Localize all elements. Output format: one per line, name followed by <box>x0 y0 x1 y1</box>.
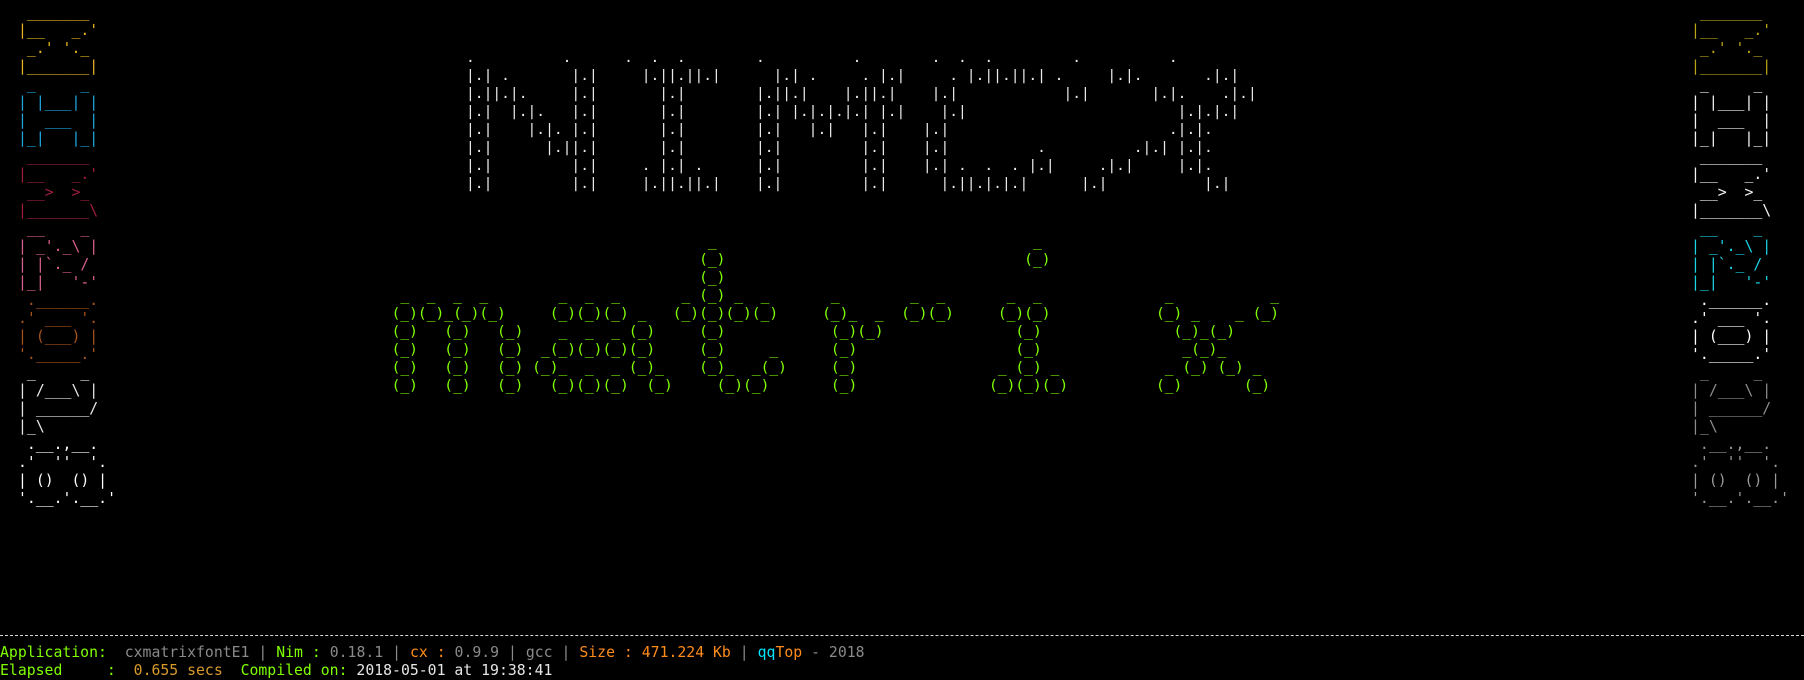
cx-colon: : <box>436 644 446 661</box>
brand-qq: qq <box>757 644 776 661</box>
brand-top: Top <box>775 644 803 661</box>
right-ascii-column: _______ |__ _.' _.' '._ |_______| _ _ | … <box>1691 4 1789 508</box>
cx-version: 0.9.9 <box>454 644 500 661</box>
nim-label: Nim <box>276 644 303 661</box>
right-block-h: _ _ | |___| | | ___ | |_| |_| <box>1691 76 1772 147</box>
elapsed-value: 0.655 secs <box>133 662 223 679</box>
left-block-r: __ _ | _'._\ | | |`._ / |_| '-' <box>18 220 99 291</box>
separator: | <box>739 644 749 661</box>
copyright-year: - 2018 <box>811 644 865 661</box>
elapsed-label: Elapsed <box>0 662 63 679</box>
right-block-p: _ _ | /___\ | | ______/ |_\ <box>1691 364 1772 435</box>
title-matrix-ascii: _ _ (_) (_) (_) _ _ _ _ _ _ _ _ (_) _ _ … <box>391 233 1279 394</box>
compiled-label: Compiled on: <box>240 662 348 679</box>
status-line-elapsed: Elapsed : 0.655 secs Compiled on: 2018-0… <box>0 662 552 680</box>
nim-version: 0.18.1 <box>329 644 384 661</box>
size-value: 471.224 Kb <box>641 644 731 661</box>
left-ascii-column: _______ |__ _.' _.' '._ |_______| _ _ | … <box>18 4 116 508</box>
left-block-o: .______. .' ___ '. | (___) | '._____.' <box>18 292 99 363</box>
right-block-r: __ _ | _'._\ | | |`._ / |_| '-' <box>1691 220 1772 291</box>
left-block-oo: .__.,__. .' '' '. | () () | '.__.'.__.' <box>18 436 116 507</box>
left-block-z: _______ |__ _.' __> >_ |_______\ <box>18 148 99 219</box>
size-label: Size <box>579 644 615 661</box>
right-block-z: _______ |__ _.' __> >_ |_______\ <box>1691 148 1772 219</box>
right-block-oo: .__.,__. .' '' '. | () () | '.__.'.__.' <box>1691 436 1789 507</box>
size-colon: : <box>623 644 633 661</box>
compiler-value: gcc <box>525 644 553 661</box>
right-block-n: _______ |__ _.' _.' '._ |_______| <box>1691 4 1772 75</box>
separator: | <box>258 644 268 661</box>
elapsed-colon: : <box>106 662 116 679</box>
left-block-p: _ _ | /___\ | | ______/ |_\ <box>18 364 99 435</box>
application-value: cxmatrixfontE1 <box>124 644 250 661</box>
separator: | <box>561 644 571 661</box>
left-block-n: _______ |__ _.' _.' '._ |_______| <box>18 4 99 75</box>
right-block-o: .______. .' ___ '. | (___) | '._____.' <box>1691 292 1772 363</box>
status-divider <box>0 635 1804 636</box>
nim-colon: : <box>311 644 321 661</box>
cx-label: cx <box>409 644 428 661</box>
title-nimcx-ascii: . . . . . . . . . . . . |.| . |.| |.||.|… <box>466 49 1257 192</box>
separator: | <box>508 644 517 661</box>
left-block-h: _ _ | |___| | | ___ | |_| |_| <box>18 76 99 147</box>
status-line-application: Application: cxmatrixfontE1 | Nim : 0.18… <box>0 644 865 662</box>
separator: | <box>392 644 402 661</box>
compiled-value: 2018-05-01 at 19:38:41 <box>356 662 553 679</box>
application-label: Application: <box>0 644 107 661</box>
